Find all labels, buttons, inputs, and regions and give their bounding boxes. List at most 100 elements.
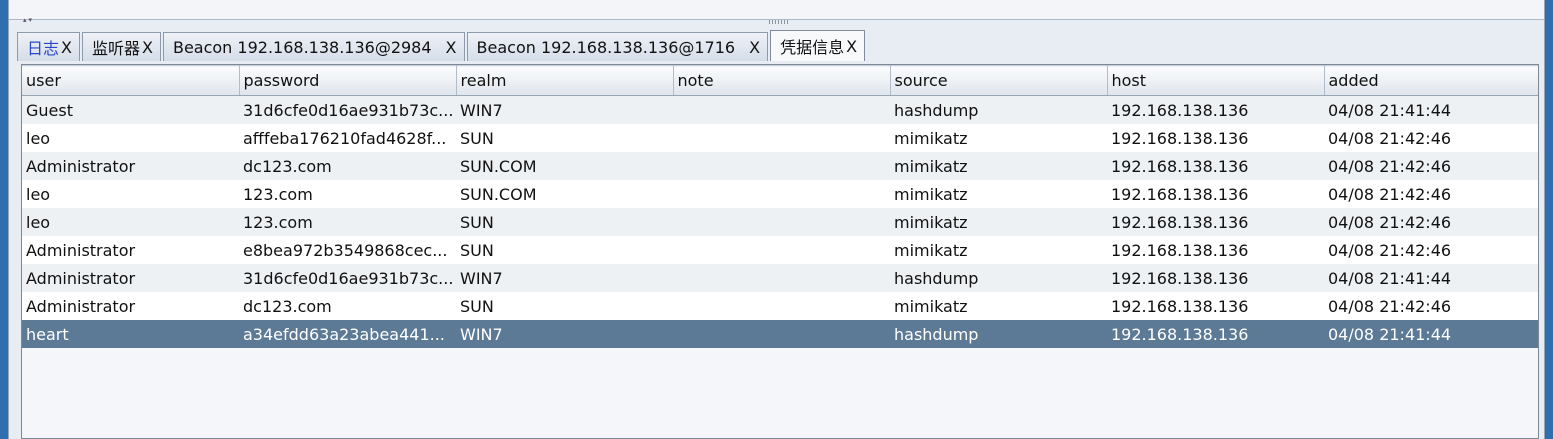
table-row[interactable]: Administrator 31d6cfe0d16ae931b73c... WI… bbox=[22, 264, 1538, 292]
cell-added: 04/08 21:42:46 bbox=[1324, 236, 1538, 264]
table-row[interactable]: Administrator dc123.com SUN mimikatz 192… bbox=[22, 292, 1538, 320]
split-pane-arrows-icon[interactable]: ▴▾ bbox=[23, 17, 34, 24]
tab-listeners[interactable]: 监听器 X bbox=[81, 32, 161, 61]
cell-note bbox=[673, 320, 890, 348]
cell-realm: WIN7 bbox=[456, 264, 673, 292]
cell-added: 04/08 21:42:46 bbox=[1324, 124, 1538, 152]
cell-source: mimikatz bbox=[890, 208, 1107, 236]
tab-credentials[interactable]: 凭据信息 X bbox=[770, 30, 866, 61]
cell-note bbox=[673, 124, 890, 152]
tab-beacon-2984[interactable]: Beacon 192.168.138.136@2984 X bbox=[162, 32, 465, 61]
cell-host: 192.168.138.136 bbox=[1107, 208, 1324, 236]
table-row[interactable]: leo afffeba176210fad4628f... SUN mimikat… bbox=[22, 124, 1538, 152]
cell-source: mimikatz bbox=[890, 180, 1107, 208]
table-row[interactable]: Administrator dc123.com SUN.COM mimikatz… bbox=[22, 152, 1538, 180]
cell-password: e8bea972b3549868cec... bbox=[239, 236, 456, 264]
cell-password: a34efdd63a23abea441... bbox=[239, 320, 456, 348]
cell-added: 04/08 21:42:46 bbox=[1324, 180, 1538, 208]
column-header-user[interactable]: user bbox=[22, 65, 240, 96]
column-header-source[interactable]: source bbox=[890, 65, 1108, 96]
cell-note bbox=[673, 95, 890, 124]
cell-note bbox=[673, 180, 890, 208]
cell-realm: SUN bbox=[456, 208, 673, 236]
cell-host: 192.168.138.136 bbox=[1107, 180, 1324, 208]
tab-label: Beacon 192.168.138.136@2984 bbox=[172, 37, 432, 57]
split-pane-divider-grip[interactable] bbox=[769, 20, 789, 24]
cell-source: hashdump bbox=[890, 264, 1107, 292]
column-header-added[interactable]: added bbox=[1324, 65, 1538, 96]
cell-user: heart bbox=[22, 320, 239, 348]
cell-user: leo bbox=[22, 180, 239, 208]
table-row[interactable]: Guest 31d6cfe0d16ae931b73c... WIN7 hashd… bbox=[22, 95, 1538, 124]
tab-close-button[interactable]: X bbox=[846, 37, 857, 56]
cell-user: Guest bbox=[22, 95, 239, 124]
cell-note bbox=[673, 292, 890, 320]
tab-close-button[interactable]: X bbox=[61, 38, 72, 57]
cell-source: mimikatz bbox=[890, 292, 1107, 320]
table-header-row: user password realm note source host add… bbox=[22, 65, 1538, 96]
cell-host: 192.168.138.136 bbox=[1107, 95, 1324, 124]
cell-host: 192.168.138.136 bbox=[1107, 152, 1324, 180]
column-header-realm[interactable]: realm bbox=[456, 65, 674, 96]
cell-password: 123.com bbox=[239, 208, 456, 236]
table-row[interactable]: Administrator e8bea972b3549868cec... SUN… bbox=[22, 236, 1538, 264]
cell-password: dc123.com bbox=[239, 292, 456, 320]
cell-source: hashdump bbox=[890, 95, 1107, 124]
credentials-table-panel: user password realm note source host add… bbox=[21, 64, 1539, 439]
cell-added: 04/08 21:41:44 bbox=[1324, 320, 1538, 348]
cell-realm: SUN.COM bbox=[456, 180, 673, 208]
cell-realm: WIN7 bbox=[456, 95, 673, 124]
cell-source: mimikatz bbox=[890, 124, 1107, 152]
table-row-selected[interactable]: heart a34efdd63a23abea441... WIN7 hashdu… bbox=[22, 320, 1538, 348]
cell-host: 192.168.138.136 bbox=[1107, 124, 1324, 152]
table-row[interactable]: leo 123.com SUN mimikatz 192.168.138.136… bbox=[22, 208, 1538, 236]
cell-user: Administrator bbox=[22, 264, 239, 292]
cell-note bbox=[673, 264, 890, 292]
cell-password: 31d6cfe0d16ae931b73c... bbox=[239, 95, 456, 124]
tab-bar: 日志 X 监听器 X Beacon 192.168.138.136@2984 X… bbox=[17, 30, 867, 62]
application-window: ▴▾ 日志 X 监听器 X Beacon 192.168.138.136@298… bbox=[8, 0, 1545, 439]
tab-log[interactable]: 日志 X bbox=[17, 32, 80, 61]
cell-password: 123.com bbox=[239, 180, 456, 208]
cell-host: 192.168.138.136 bbox=[1107, 292, 1324, 320]
cell-user: Administrator bbox=[22, 236, 239, 264]
tab-label: 监听器 bbox=[91, 39, 140, 58]
tab-close-button[interactable]: X bbox=[142, 38, 153, 57]
tab-label: 日志 bbox=[27, 39, 60, 58]
tab-label: 凭据信息 bbox=[780, 38, 845, 57]
cell-host: 192.168.138.136 bbox=[1107, 264, 1324, 292]
cell-realm: SUN.COM bbox=[456, 152, 673, 180]
cell-note bbox=[673, 236, 890, 264]
cell-user: leo bbox=[22, 124, 239, 152]
cell-added: 04/08 21:42:46 bbox=[1324, 152, 1538, 180]
cell-source: hashdump bbox=[890, 320, 1107, 348]
cell-source: mimikatz bbox=[890, 152, 1107, 180]
cell-added: 04/08 21:42:46 bbox=[1324, 208, 1538, 236]
cell-host: 192.168.138.136 bbox=[1107, 236, 1324, 264]
column-header-note[interactable]: note bbox=[673, 65, 891, 96]
cell-added: 04/08 21:41:44 bbox=[1324, 95, 1538, 124]
tab-close-button[interactable]: X bbox=[749, 38, 760, 57]
cell-added: 04/08 21:41:44 bbox=[1324, 264, 1538, 292]
cell-password: 31d6cfe0d16ae931b73c... bbox=[239, 264, 456, 292]
cell-password: dc123.com bbox=[239, 152, 456, 180]
cell-user: leo bbox=[22, 208, 239, 236]
column-header-password[interactable]: password bbox=[239, 65, 457, 96]
credentials-table: user password realm note source host add… bbox=[22, 65, 1538, 348]
cell-realm: SUN bbox=[456, 292, 673, 320]
cell-source: mimikatz bbox=[890, 236, 1107, 264]
cell-password: afffeba176210fad4628f... bbox=[239, 124, 456, 152]
cell-note bbox=[673, 208, 890, 236]
cell-host: 192.168.138.136 bbox=[1107, 320, 1324, 348]
upper-pane bbox=[9, 0, 1544, 20]
tab-close-button[interactable]: X bbox=[446, 38, 457, 57]
tab-label: Beacon 192.168.138.136@1716 bbox=[476, 37, 736, 57]
tab-beacon-1716[interactable]: Beacon 192.168.138.136@1716 X bbox=[466, 32, 769, 61]
cell-user: Administrator bbox=[22, 292, 239, 320]
table-row[interactable]: leo 123.com SUN.COM mimikatz 192.168.138… bbox=[22, 180, 1538, 208]
cell-note bbox=[673, 152, 890, 180]
cell-realm: SUN bbox=[456, 236, 673, 264]
column-header-host[interactable]: host bbox=[1107, 65, 1325, 96]
cell-added: 04/08 21:42:46 bbox=[1324, 292, 1538, 320]
cell-user: Administrator bbox=[22, 152, 239, 180]
